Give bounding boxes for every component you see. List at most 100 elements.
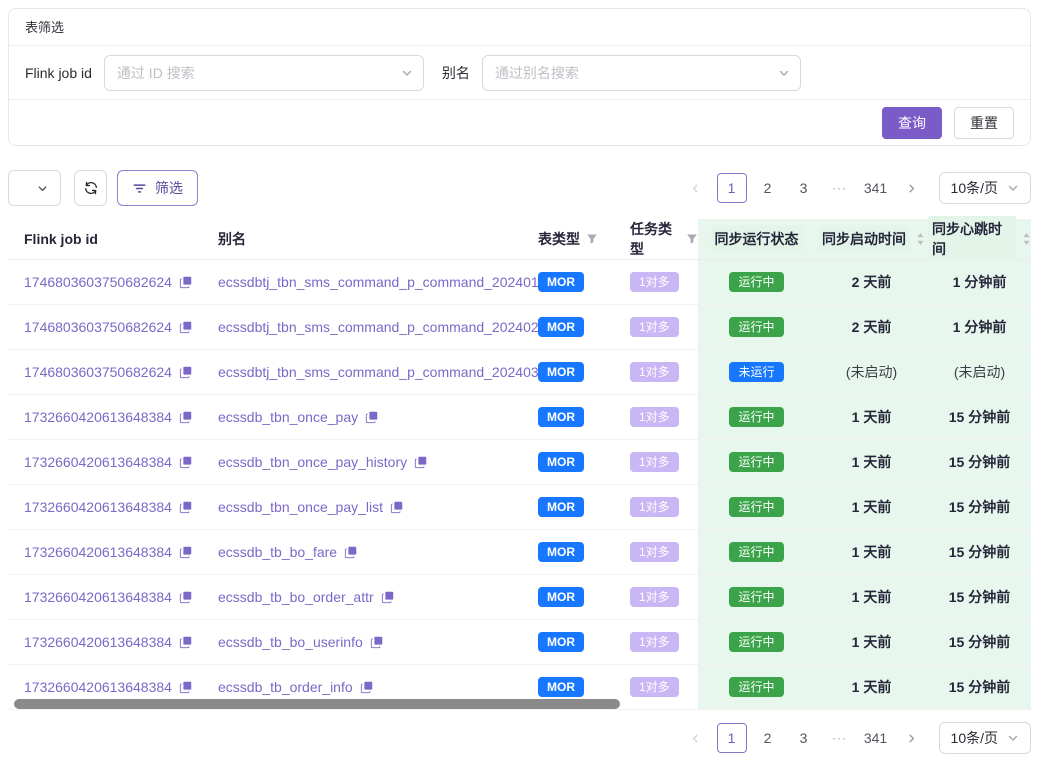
sync-start-time: (未启动) <box>846 362 897 382</box>
pagination-ellipsis[interactable]: ··· <box>825 723 855 753</box>
sync-start-time: 1 天前 <box>852 407 892 427</box>
job-id-link[interactable]: 1732660420613648384 <box>24 589 172 605</box>
filter-panel-actions: 查询 重置 <box>9 100 1030 145</box>
copy-icon[interactable] <box>360 680 374 694</box>
sync-heartbeat-time: 1 分钟前 <box>953 272 1007 292</box>
pagination-page-1[interactable]: 1 <box>717 723 747 753</box>
copy-icon[interactable] <box>179 365 193 379</box>
job-id-link[interactable]: 1746803603750682624 <box>24 319 172 335</box>
alias-link[interactable]: ecssdb_tbn_once_pay_history <box>218 454 407 470</box>
copy-icon[interactable] <box>179 545 193 559</box>
table-row: 1732660420613648384 ecssdb_tbn_once_pay … <box>8 395 1031 440</box>
copy-icon[interactable] <box>381 590 395 604</box>
chevron-down-icon <box>1007 732 1019 744</box>
task-type-badge: 1对多 <box>630 452 679 472</box>
job-id-link[interactable]: 1732660420613648384 <box>24 679 172 695</box>
copy-icon[interactable] <box>179 680 193 694</box>
filter-toggle-button[interactable]: 筛选 <box>117 170 198 206</box>
pagination-page-341[interactable]: 341 <box>861 723 891 753</box>
job-id-link[interactable]: 1746803603750682624 <box>24 364 172 380</box>
bottom-bar: 123···341 10条/页 <box>8 722 1031 754</box>
task-type-badge: 1对多 <box>630 317 679 337</box>
alias-link[interactable]: ecssdb_tb_order_info <box>218 679 353 695</box>
copy-icon[interactable] <box>414 455 428 469</box>
task-type-badge: 1对多 <box>630 587 679 607</box>
pagination-page-341[interactable]: 341 <box>861 173 891 203</box>
sync-start-time: 1 天前 <box>852 587 892 607</box>
table-type-badge: MOR <box>538 272 584 292</box>
copy-icon[interactable] <box>344 545 358 559</box>
job-id-link[interactable]: 1746803603750682624 <box>24 274 172 290</box>
sync-heartbeat-time: 15 分钟前 <box>949 542 1010 562</box>
table-row: 1732660420613648384 ecssdb_tb_bo_order_a… <box>8 575 1031 620</box>
copy-icon[interactable] <box>179 410 193 424</box>
alias-link[interactable]: ecssdbtj_tbn_sms_command_p_command_20240… <box>218 319 539 335</box>
reset-button[interactable]: 重置 <box>954 107 1014 139</box>
flink-job-id-input[interactable] <box>104 55 424 91</box>
sync-start-time: 2 天前 <box>852 272 892 292</box>
query-button[interactable]: 查询 <box>882 107 942 139</box>
alias-select <box>482 55 801 91</box>
page-size-select[interactable]: 10条/页 <box>939 172 1031 204</box>
table-row: 1732660420613648384 ecssdb_tbn_once_pay_… <box>8 440 1031 485</box>
filter-funnel-icon[interactable] <box>586 233 598 245</box>
alias-link[interactable]: ecssdb_tbn_once_pay_list <box>218 499 383 515</box>
sync-start-time: 1 天前 <box>852 677 892 697</box>
table-row: 1746803603750682624 ecssdbtj_tbn_sms_com… <box>8 305 1031 350</box>
horizontal-scrollbar-thumb[interactable] <box>14 699 620 709</box>
copy-icon[interactable] <box>179 275 193 289</box>
page-size-select[interactable]: 10条/页 <box>939 722 1031 754</box>
refresh-button[interactable] <box>74 170 107 206</box>
column-header-sync-heartbeat-time[interactable]: 同步心跳时间 <box>928 219 1031 259</box>
sync-start-time: 2 天前 <box>852 317 892 337</box>
chevron-down-icon <box>1007 182 1019 194</box>
sync-heartbeat-time: (未启动) <box>954 362 1005 382</box>
pagination-ellipsis[interactable]: ··· <box>825 173 855 203</box>
pagination-page-1[interactable]: 1 <box>717 173 747 203</box>
page-size-label: 10条/页 <box>951 728 998 748</box>
job-id-link[interactable]: 1732660420613648384 <box>24 634 172 650</box>
copy-icon[interactable] <box>179 635 193 649</box>
filter-panel-body: Flink job id 别名 <box>9 46 1030 100</box>
filter-funnel-icon[interactable] <box>686 233 698 245</box>
sort-icon[interactable] <box>916 232 925 246</box>
status-badge: 运行中 <box>729 317 783 337</box>
alias-input[interactable] <box>482 55 801 91</box>
copy-icon[interactable] <box>179 320 193 334</box>
status-badge: 未运行 <box>729 362 783 382</box>
alias-link[interactable]: ecssdb_tb_bo_fare <box>218 544 337 560</box>
refresh-icon <box>83 180 99 196</box>
status-badge: 运行中 <box>729 407 783 427</box>
status-badge: 运行中 <box>729 542 783 562</box>
alias-link[interactable]: ecssdbtj_tbn_sms_command_p_command_20240… <box>218 364 539 380</box>
pagination-page-2[interactable]: 2 <box>753 173 783 203</box>
status-badge: 运行中 <box>729 497 783 517</box>
alias-link[interactable]: ecssdb_tb_bo_userinfo <box>218 634 363 650</box>
job-id-link[interactable]: 1732660420613648384 <box>24 454 172 470</box>
alias-link[interactable]: ecssdbtj_tbn_sms_command_p_command_20240… <box>218 274 539 290</box>
alias-link[interactable]: ecssdb_tbn_once_pay <box>218 409 358 425</box>
pagination-next-button[interactable] <box>897 173 927 203</box>
pagination-page-2[interactable]: 2 <box>753 723 783 753</box>
job-id-link[interactable]: 1732660420613648384 <box>24 499 172 515</box>
table-toolbar: 筛选 123···341 10条/页 <box>8 170 1031 206</box>
alias-link[interactable]: ecssdb_tb_bo_order_attr <box>218 589 374 605</box>
table-type-badge: MOR <box>538 587 584 607</box>
copy-icon[interactable] <box>179 500 193 514</box>
copy-icon[interactable] <box>390 500 404 514</box>
pagination-page-3[interactable]: 3 <box>789 723 819 753</box>
sync-start-time: 1 天前 <box>852 542 892 562</box>
sort-icon[interactable] <box>1022 232 1031 246</box>
pagination-next-button[interactable] <box>897 723 927 753</box>
column-header-sync-start-time[interactable]: 同步启动时间 <box>815 219 928 259</box>
copy-icon[interactable] <box>365 410 379 424</box>
copy-icon[interactable] <box>370 635 384 649</box>
job-id-link[interactable]: 1732660420613648384 <box>24 544 172 560</box>
pagination-page-3[interactable]: 3 <box>789 173 819 203</box>
copy-icon[interactable] <box>179 590 193 604</box>
pagination-top: 123···341 10条/页 <box>678 172 1031 204</box>
copy-icon[interactable] <box>179 455 193 469</box>
table-type-badge: MOR <box>538 317 584 337</box>
column-settings-button[interactable] <box>8 170 61 206</box>
job-id-link[interactable]: 1732660420613648384 <box>24 409 172 425</box>
